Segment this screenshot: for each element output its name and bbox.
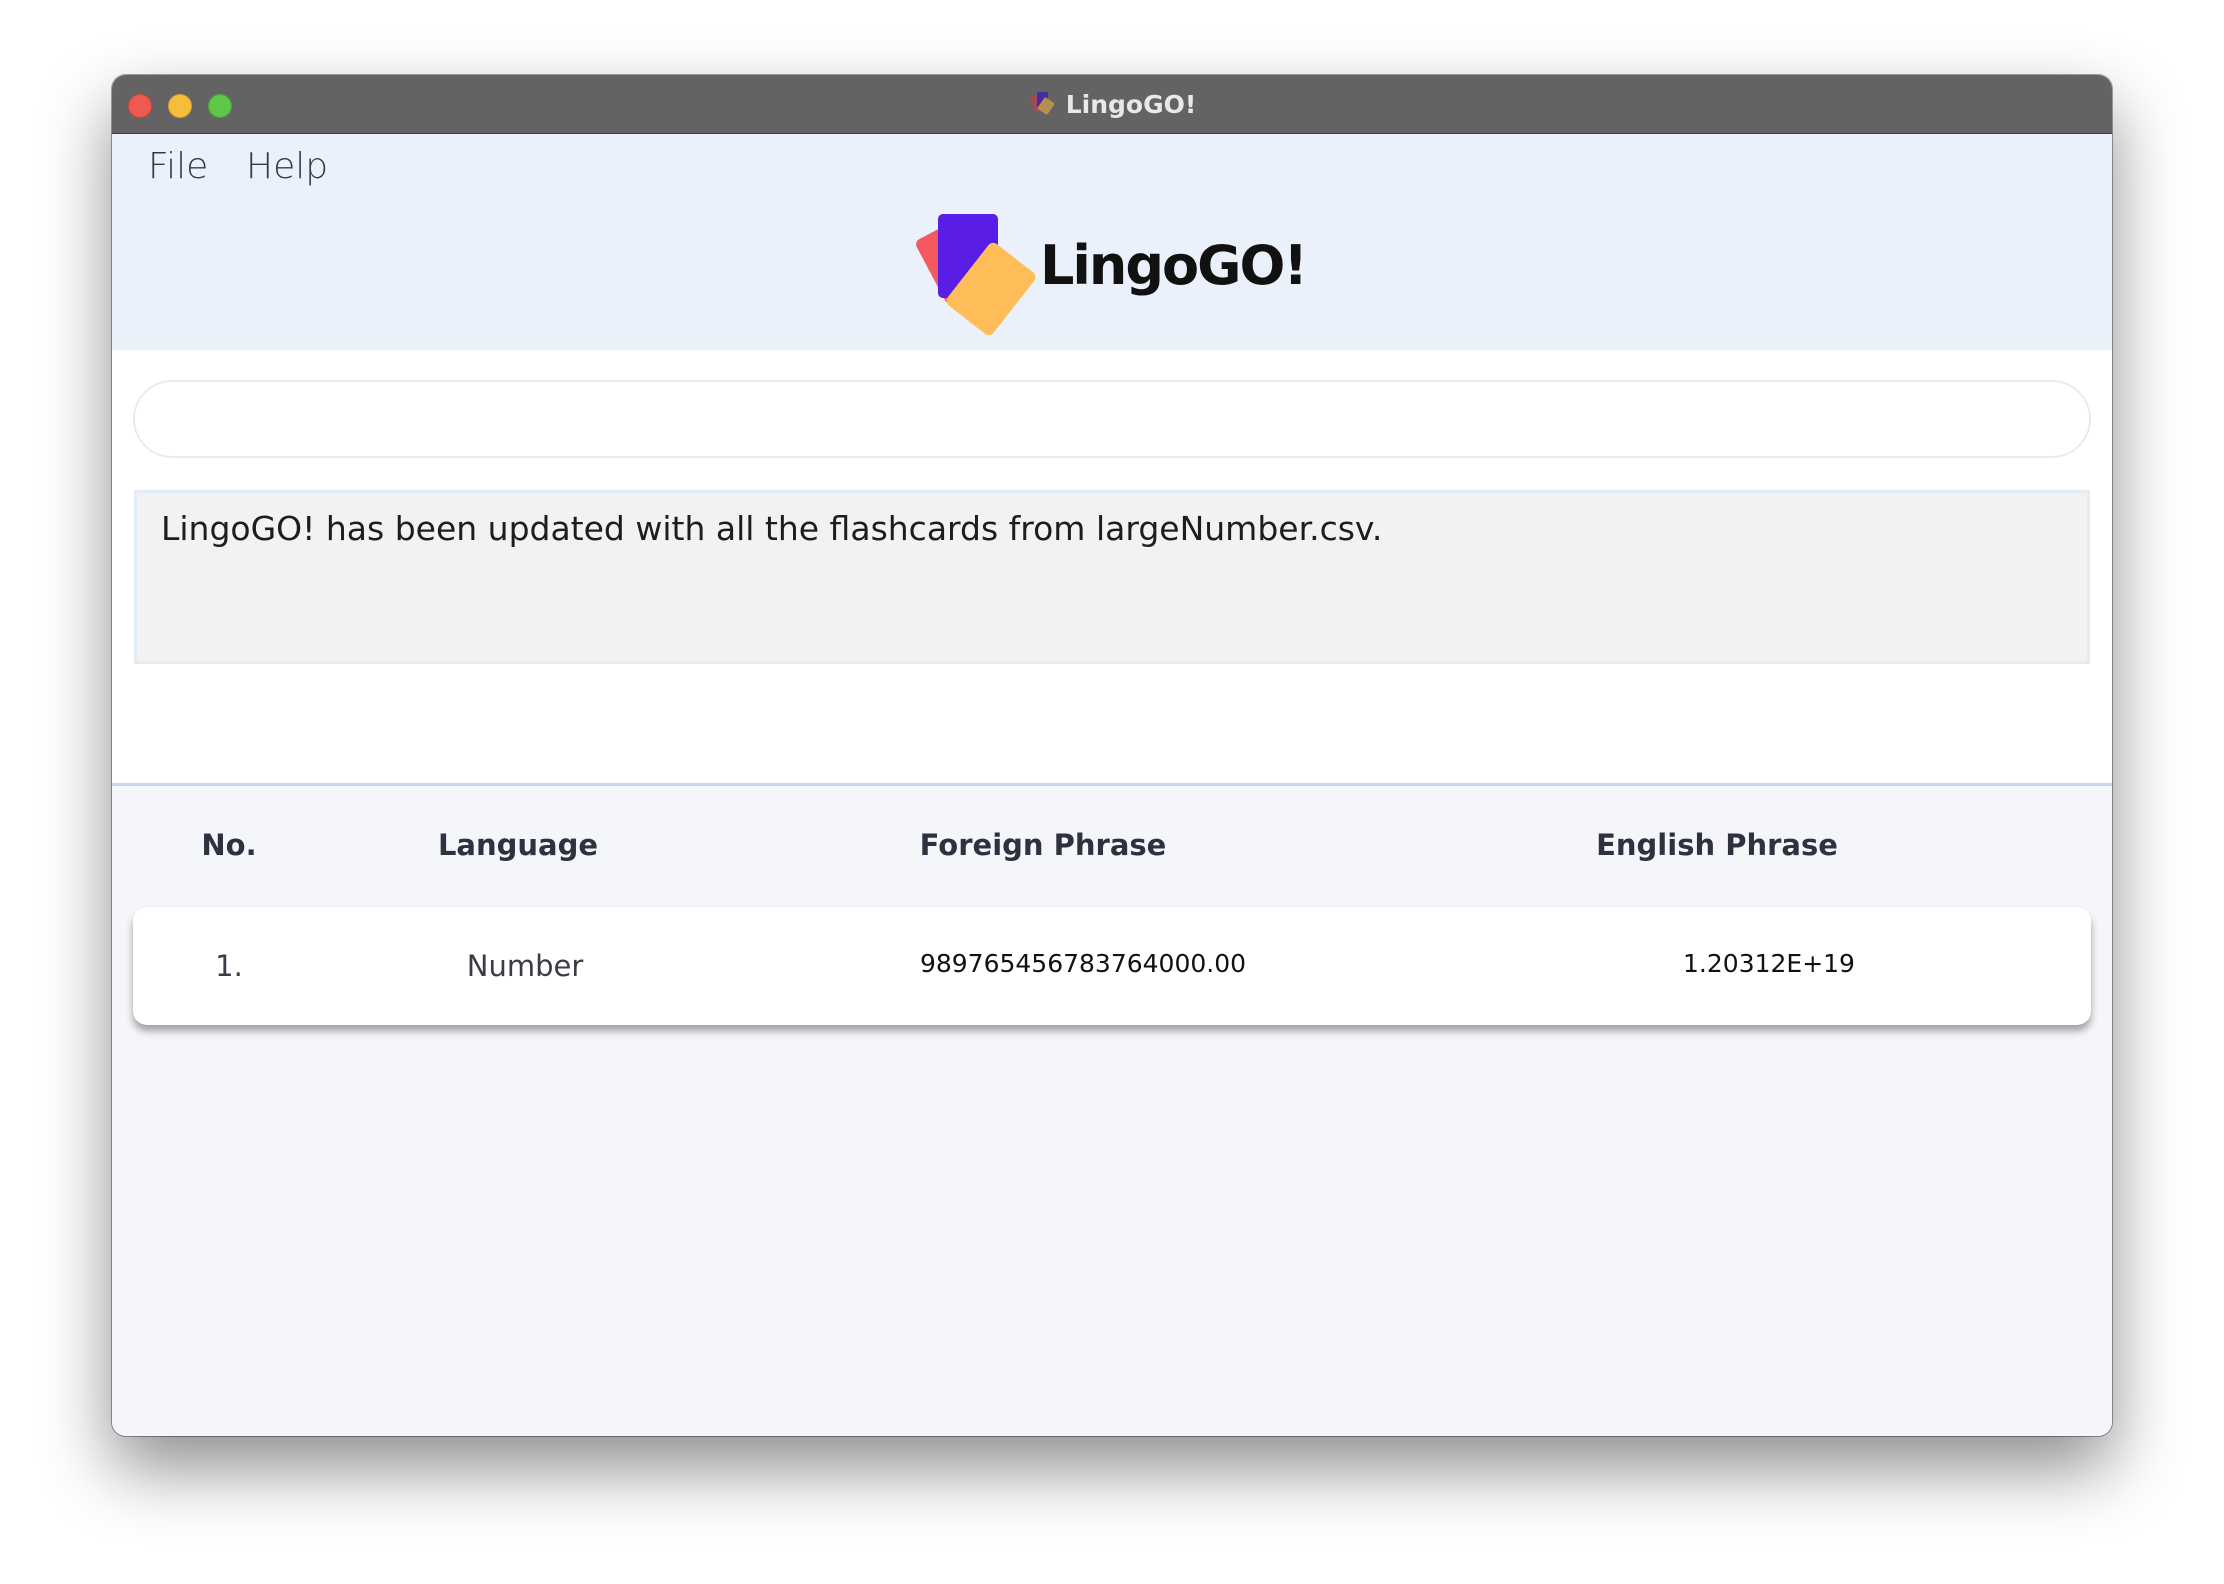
flashcard-row[interactable]: 1. Number 989765456783764000.00 1.20312E… — [133, 907, 2091, 1025]
column-header-foreign-phrase: Foreign Phrase — [919, 828, 1167, 862]
flashcard-language: Number — [466, 949, 584, 983]
window-title: LingoGO! — [1065, 89, 1197, 119]
flashcards-logo-icon — [916, 214, 1036, 336]
lingogo-logo: LingoGO! — [910, 204, 1330, 344]
flashcard-foreign-phrase: 989765456783764000.00 — [919, 949, 1247, 978]
result-display: LingoGO! has been updated with all the f… — [134, 490, 2090, 664]
flashcard-list[interactable]: No. Language Foreign Phrase English Phra… — [112, 786, 2112, 1436]
logo-wordmark: LingoGO! — [1040, 234, 1308, 297]
menu-file[interactable]: File — [148, 146, 208, 187]
column-header-no: No. — [201, 828, 257, 862]
window-title-group: LingoGO! — [112, 75, 2112, 133]
flashcard-number: 1. — [215, 949, 243, 983]
menu-help[interactable]: Help — [246, 146, 328, 187]
command-area: LingoGO! has been updated with all the f… — [112, 350, 2112, 786]
app-header: File Help LingoGO! — [112, 134, 2112, 350]
column-header-english-phrase: English Phrase — [1596, 828, 1838, 862]
app-window: LingoGO! File Help LingoGO! LingoGO! has… — [112, 75, 2112, 1436]
column-header-language: Language — [437, 828, 599, 862]
command-input[interactable] — [133, 380, 2091, 458]
title-bar[interactable]: LingoGO! — [112, 75, 2112, 134]
flashcard-english-phrase: 1.20312E+19 — [1683, 949, 1855, 978]
app-icon — [1029, 92, 1054, 115]
result-message: LingoGO! has been updated with all the f… — [161, 509, 1383, 548]
